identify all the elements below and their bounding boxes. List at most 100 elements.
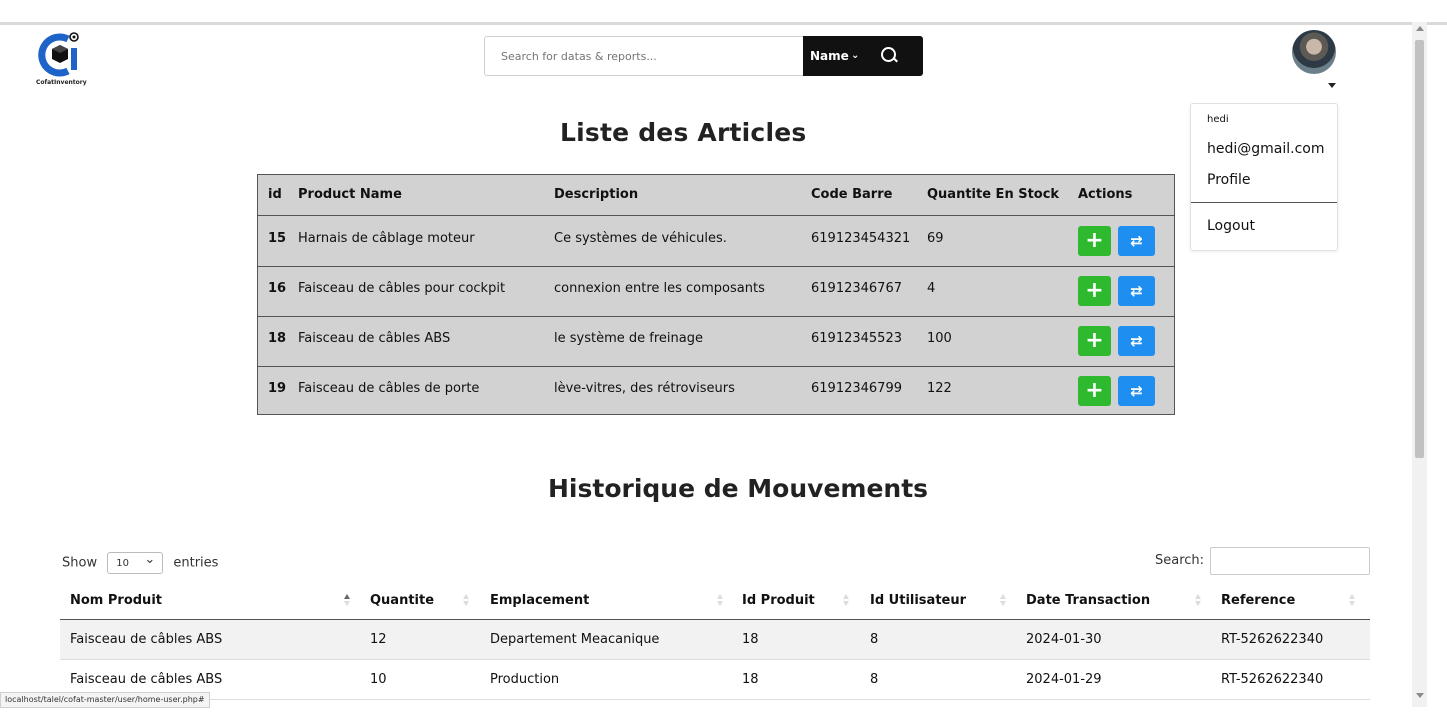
hist-nom: Faisceau de câbles ABS	[70, 632, 223, 647]
history-header-row: Nom Produit Quantite Emplacement Id Prod…	[60, 583, 1370, 620]
add-stock-button[interactable]: +	[1078, 276, 1111, 306]
caret-down-icon[interactable]	[1328, 83, 1336, 88]
col-reference[interactable]: Reference	[1221, 583, 1295, 619]
cofat-logo[interactable]: CofatInventory	[36, 29, 87, 87]
hist-date: 2024-01-30	[1026, 632, 1102, 647]
sort-icon[interactable]	[1195, 594, 1201, 606]
sort-asc-icon[interactable]	[344, 594, 350, 606]
sort-icon[interactable]	[1000, 594, 1006, 606]
article-name: Faisceau de câbles ABS	[298, 331, 451, 346]
hist-id-produit: 18	[742, 672, 759, 687]
entries-select[interactable]: 10	[107, 549, 164, 574]
search-icon[interactable]	[881, 47, 896, 62]
entries-length-control: Show 10 entries	[62, 549, 219, 574]
logo-text: CofatInventory	[36, 79, 87, 86]
add-stock-button[interactable]: +	[1078, 226, 1111, 256]
user-dropdown-menu: hedi hedi@gmail.com Profile Logout	[1190, 103, 1338, 251]
search-filter-label: Name	[810, 49, 849, 63]
col-description: Description	[554, 187, 639, 202]
article-description: le système de freinage	[554, 331, 703, 346]
logo-icon	[38, 32, 79, 77]
article-code: 61912346799	[811, 381, 902, 396]
dropdown-logout-link[interactable]: Logout	[1207, 218, 1255, 234]
chevron-down-icon: ⌄	[851, 50, 860, 61]
col-actions: Actions	[1078, 187, 1133, 202]
transfer-button[interactable]: ⇄	[1118, 226, 1155, 256]
top-navbar: CofatInventory Name ⌄	[0, 25, 1412, 89]
article-id: 18	[268, 331, 287, 346]
hist-quantite: 12	[370, 632, 387, 647]
article-id: 16	[268, 281, 287, 296]
search-filter-dropdown[interactable]: Name ⌄	[803, 36, 923, 76]
add-stock-button[interactable]: +	[1078, 326, 1111, 356]
hist-id-utilisateur: 8	[870, 672, 879, 687]
article-row: 18 Faisceau de câbles ABS le système de …	[258, 316, 1174, 367]
vertical-scrollbar[interactable]	[1412, 22, 1427, 707]
sort-icon[interactable]	[717, 594, 723, 606]
table-search-label: Search:	[1155, 553, 1205, 568]
article-code: 61912345523	[811, 331, 902, 346]
article-description: lève-vitres, des rétroviseurs	[554, 381, 735, 396]
col-product-name: Product Name	[298, 187, 402, 202]
article-code: 619123454321	[811, 231, 911, 246]
hist-date: 2024-01-29	[1026, 672, 1102, 687]
article-quantity: 4	[927, 281, 936, 296]
articles-table: id Product Name Description Code Barre Q…	[257, 174, 1175, 415]
article-id: 15	[268, 231, 287, 246]
hist-reference: RT-5262622340	[1221, 672, 1324, 687]
col-id: id	[268, 187, 282, 202]
article-quantity: 122	[927, 381, 952, 396]
browser-top-strip	[0, 0, 1447, 25]
dropdown-email: hedi@gmail.com	[1207, 141, 1325, 157]
scrollbar-thumb[interactable]	[1415, 40, 1424, 458]
transfer-button[interactable]: ⇄	[1118, 326, 1155, 356]
entries-label: entries	[173, 555, 219, 571]
hist-emplacement: Departement Meacanique	[490, 632, 660, 647]
col-date-transaction[interactable]: Date Transaction	[1026, 583, 1150, 619]
transfer-button[interactable]: ⇄	[1118, 276, 1155, 306]
scroll-down-icon[interactable]	[1416, 693, 1424, 698]
dropdown-username: hedi	[1207, 114, 1229, 125]
articles-header-row: id Product Name Description Code Barre Q…	[258, 175, 1174, 216]
article-row: 16 Faisceau de câbles pour cockpit conne…	[258, 266, 1174, 317]
col-quantite[interactable]: Quantite	[370, 583, 434, 619]
col-emplacement[interactable]: Emplacement	[490, 583, 589, 619]
article-description: Ce systèmes de véhicules.	[554, 231, 727, 246]
sort-icon[interactable]	[463, 594, 469, 606]
col-code-barre: Code Barre	[811, 187, 893, 202]
sort-icon[interactable]	[843, 594, 849, 606]
scroll-up-icon[interactable]	[1416, 26, 1424, 31]
show-label: Show	[62, 555, 98, 571]
article-name: Faisceau de câbles pour cockpit	[298, 281, 506, 296]
bottom-strip	[0, 707, 1412, 725]
dropdown-profile-link[interactable]: Profile	[1207, 172, 1251, 188]
table-search-input[interactable]	[1210, 547, 1370, 575]
history-row: Faisceau de câbles ABS 12 Departement Me…	[60, 620, 1370, 660]
article-code: 61912346767	[811, 281, 902, 296]
col-nom-produit[interactable]: Nom Produit	[70, 583, 162, 619]
col-id-utilisateur[interactable]: Id Utilisateur	[870, 583, 966, 619]
article-name: Faisceau de câbles de porte	[298, 381, 480, 396]
hist-id-produit: 18	[742, 632, 759, 647]
transfer-button[interactable]: ⇄	[1118, 376, 1155, 406]
add-stock-button[interactable]: +	[1078, 376, 1111, 406]
article-quantity: 69	[927, 231, 944, 246]
article-row: 15 Harnais de câblage moteur Ce systèmes…	[258, 216, 1174, 267]
history-row: Faisceau de câbles ABS 10 Production 18 …	[60, 660, 1370, 700]
article-quantity: 100	[927, 331, 952, 346]
sort-icon[interactable]	[1349, 594, 1355, 606]
hist-quantite: 10	[370, 672, 387, 687]
article-description: connexion entre les composants	[554, 281, 765, 296]
history-title: Historique de Mouvements	[548, 474, 929, 503]
dropdown-divider	[1191, 202, 1337, 203]
hist-emplacement: Production	[490, 672, 560, 687]
hist-reference: RT-5262622340	[1221, 632, 1324, 647]
hist-id-utilisateur: 8	[870, 632, 879, 647]
article-row: 19 Faisceau de câbles de porte lève-vitr…	[258, 366, 1174, 416]
search-input[interactable]	[484, 36, 804, 76]
article-id: 19	[268, 381, 287, 396]
col-id-produit[interactable]: Id Produit	[742, 583, 815, 619]
col-quantite: Quantite En Stock	[927, 187, 1060, 202]
article-name: Harnais de câblage moteur	[298, 231, 475, 246]
user-avatar[interactable]	[1292, 30, 1336, 74]
